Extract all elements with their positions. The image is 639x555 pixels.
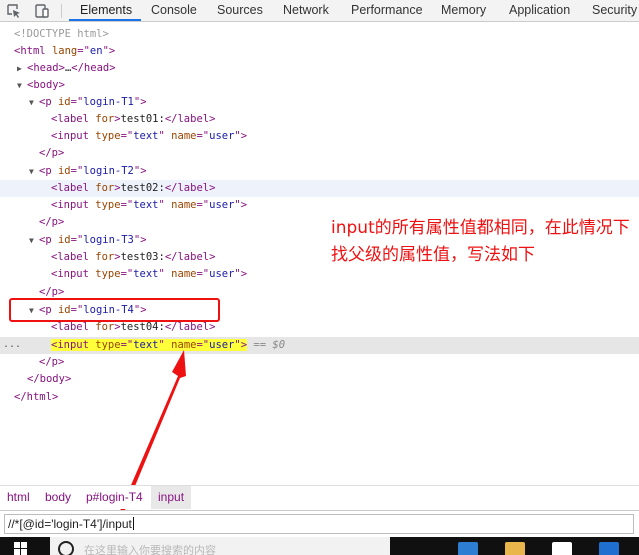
- breadcrumb: html body p#login-T4 input: [0, 485, 639, 509]
- file-explorer-icon[interactable]: [505, 542, 525, 555]
- breadcrumb-body[interactable]: body: [41, 486, 75, 509]
- mail-icon[interactable]: [599, 542, 619, 555]
- annotation-arrow: [116, 350, 186, 522]
- find-bar: //*[@id='login-T4']/input: [0, 510, 639, 536]
- cortana-search-box[interactable]: 在这里输入你要搜索的内容: [50, 537, 390, 555]
- store-icon[interactable]: [552, 542, 572, 555]
- breadcrumb-html[interactable]: html: [3, 486, 34, 509]
- breadcrumb-p-login-t4[interactable]: p#login-T4: [82, 486, 147, 509]
- windows-taskbar: 在这里输入你要搜索的内容: [0, 537, 639, 555]
- cortana-icon: [58, 541, 74, 555]
- breadcrumb-input[interactable]: input: [151, 486, 192, 509]
- windows-start-icon[interactable]: [14, 542, 27, 555]
- cortana-placeholder: 在这里输入你要搜索的内容: [84, 544, 216, 555]
- text-caret: [132, 517, 134, 530]
- xpath-search-input[interactable]: //*[@id='login-T4']/input: [4, 514, 634, 534]
- edge-icon[interactable]: [458, 542, 478, 555]
